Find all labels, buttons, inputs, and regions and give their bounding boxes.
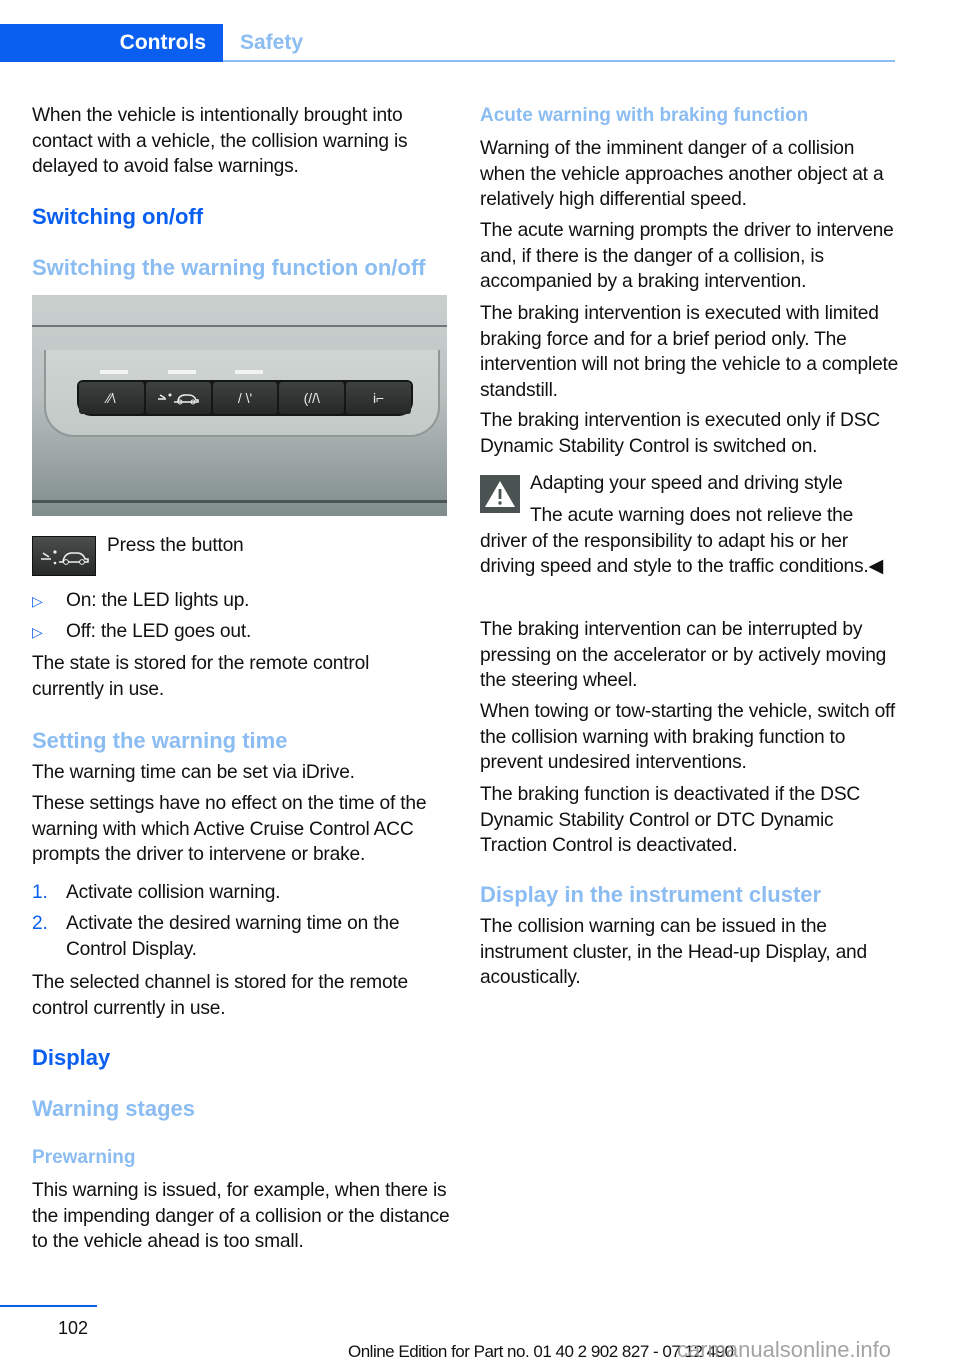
led-indicator — [100, 370, 128, 374]
acute-paragraph-3: The braking intervention is executed wit… — [480, 303, 899, 401]
heading-setting-warning-time: Setting the warning time — [32, 728, 288, 753]
chapter-header: Controls Safety — [0, 24, 960, 62]
button-bar: ⁄⁄\ / \' (//\ i⌐ — [77, 380, 413, 416]
intro-paragraph: When the vehicle is intentionally brough… — [32, 105, 408, 177]
towing-text: When towing or tow-starting the vehicle,… — [480, 701, 895, 773]
channel-stored-text: The selected channel is stored for the r… — [32, 972, 409, 1019]
heading-acute-warning: Acute warning with braking function — [480, 105, 809, 126]
deactivated-text: The braking function is deactivated if t… — [480, 784, 861, 856]
step-text: Activate the desired warning time on the… — [66, 913, 400, 960]
triangle-bullet-icon: ▷ — [32, 624, 43, 640]
warning-time-text: The warning time can be set via iDrive. — [32, 762, 355, 783]
list-item: ▷ On: the LED lights up. — [32, 588, 448, 619]
heading-switching-warning-function: Switching the warning function on/off — [32, 255, 426, 280]
parking-assist-icon: i⌐ — [346, 382, 411, 414]
night-vision-icon: (//\ — [279, 382, 345, 414]
header-divider — [223, 60, 895, 62]
step-number: 2. — [32, 913, 48, 934]
tab-controls[interactable]: Controls — [0, 24, 223, 62]
warning-body: The acute warning does not relieve the d… — [480, 505, 884, 577]
acute-paragraph-4: The braking intervention is executed onl… — [480, 410, 880, 457]
led-indicator — [168, 370, 196, 374]
acute-paragraph-2: The acute warning prompts the driver to … — [480, 220, 894, 292]
list-item-text: Off: the LED goes out. — [66, 621, 252, 642]
edition-text: Online Edition for Part no. 01 40 2 902 … — [348, 1342, 734, 1361]
step-number: 1. — [32, 882, 48, 903]
led-indicator — [235, 370, 263, 374]
heading-warning-stages: Warning stages — [32, 1096, 195, 1121]
list-item: ▷ Off: the LED goes out. — [32, 619, 448, 650]
triangle-bullet-icon: ▷ — [32, 593, 43, 609]
list-item-text: On: the LED lights up. — [66, 590, 250, 611]
step-text: Activate collision warning. — [66, 882, 281, 903]
photo-trim-line — [32, 325, 447, 327]
steps-list: 1. Activate collision warning. 2. Activa… — [32, 880, 448, 967]
heading-switching-on-off: Switching on/off — [32, 204, 204, 229]
page-number: 102 — [58, 1318, 89, 1338]
warning-title: Adapting your speed and driving style — [530, 473, 843, 494]
collision-warning-icon — [145, 382, 211, 414]
list-item: 2. Activate the desired warning time on … — [32, 911, 448, 967]
lane-departure-icon: ⁄⁄\ — [79, 382, 144, 414]
heading-prewarning: Prewarning — [32, 1147, 136, 1168]
heading-instrument-cluster: Display in the instrument cluster — [480, 882, 822, 907]
state-stored-text: The state is stored for the remote contr… — [32, 653, 370, 700]
watermark: carmanualsonline.info — [677, 1337, 892, 1362]
speed-limit-icon: / \' — [212, 382, 278, 414]
prewarning-text: This warning is issued, for example, whe… — [32, 1180, 450, 1252]
footer-divider — [0, 1305, 97, 1307]
photo-lower-edge — [32, 500, 447, 503]
collision-warning-button-icon — [32, 536, 96, 576]
list-item: 1. Activate collision warning. — [32, 880, 448, 911]
acute-paragraph-1: Warning of the imminent danger of a coll… — [480, 138, 884, 210]
press-button-text: Press the button — [107, 535, 244, 556]
button-panel-photo: ⁄⁄\ / \' (//\ i⌐ — [32, 295, 447, 516]
interrupt-text: The braking intervention can be interrup… — [480, 619, 887, 691]
heading-display: Display — [32, 1045, 111, 1070]
instrument-text: The collision warning can be issued in t… — [480, 916, 867, 988]
settings-effect-text: These settings have no effect on the tim… — [32, 793, 427, 865]
tab-safety[interactable]: Safety — [240, 24, 303, 60]
on-off-list: ▷ On: the LED lights up. ▷ Off: the LED … — [32, 588, 448, 650]
